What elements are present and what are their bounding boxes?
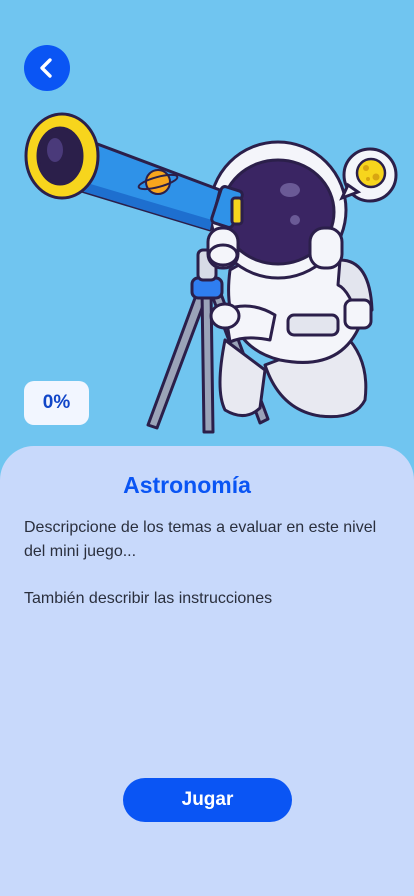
moon-bubble [339, 147, 398, 203]
description-text: Descripcione de los temas a evaluar en e… [24, 519, 377, 560]
telescope [24, 112, 244, 232]
progress-badge: 0% [24, 381, 89, 425]
chevron-left-icon [40, 58, 52, 78]
back-button[interactable] [24, 45, 70, 91]
play-button[interactable]: Jugar [123, 778, 292, 822]
info-card: Astronomía Descripcione de los temas a e… [0, 446, 414, 896]
instructions-text: También describir las instrucciones [24, 590, 273, 607]
page-title: Astronomía [123, 472, 251, 498]
moon-icon [355, 157, 387, 189]
